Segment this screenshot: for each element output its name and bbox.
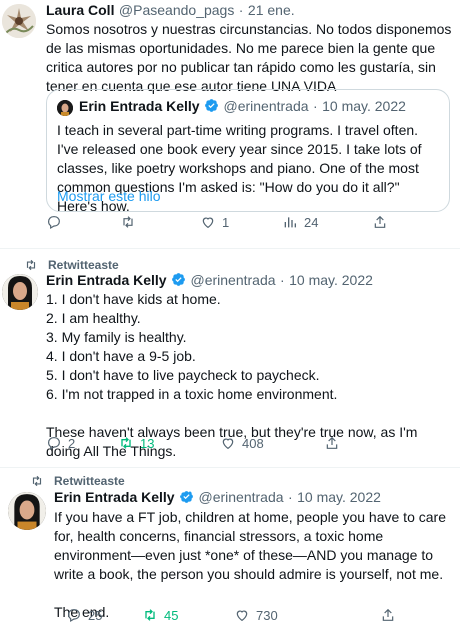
verified-badge-icon bbox=[180, 491, 193, 503]
author-handle[interactable]: @Paseando_pags bbox=[119, 2, 234, 18]
share-icon bbox=[374, 215, 386, 228]
floral-avatar-image bbox=[2, 4, 36, 38]
like-icon bbox=[202, 217, 214, 229]
reply-button[interactable]: 2 bbox=[46, 435, 75, 451]
like-button[interactable]: 1 bbox=[200, 214, 229, 230]
tweet-date[interactable]: 21 ene. bbox=[248, 2, 295, 18]
reply-button[interactable] bbox=[46, 214, 68, 230]
avatar-laura-coll[interactable] bbox=[2, 4, 36, 38]
author-handle[interactable]: @erinentrada bbox=[199, 489, 284, 505]
views-count: 24 bbox=[304, 214, 319, 230]
tweet-laura-coll[interactable]: Laura Coll @Paseando_pags · 21 ene. Somo… bbox=[0, 0, 460, 246]
views-button[interactable]: 24 bbox=[282, 214, 318, 230]
portrait-avatar-image bbox=[57, 100, 73, 116]
retweet-button[interactable]: 45 bbox=[142, 607, 178, 623]
author-handle[interactable]: @erinentrada bbox=[191, 272, 276, 288]
tweet-text: Somos nosotros y nuestras circunstancias… bbox=[46, 21, 452, 94]
verified-badge-icon bbox=[205, 99, 218, 112]
like-count: 730 bbox=[256, 607, 278, 623]
retweeted-indicator: Retwitteaste bbox=[30, 474, 125, 488]
author-name[interactable]: Laura Coll bbox=[46, 2, 114, 18]
tweet-erin-2[interactable]: Retwitteaste Erin Entrada Kelly @erinent… bbox=[0, 468, 460, 634]
show-thread-link[interactable]: Mostrar este hilo bbox=[57, 188, 160, 204]
author-name[interactable]: Erin Entrada Kelly bbox=[54, 489, 175, 505]
like-count: 408 bbox=[242, 435, 264, 451]
share-icon bbox=[382, 608, 394, 621]
retweet-icon bbox=[32, 475, 42, 487]
views-icon bbox=[284, 217, 296, 228]
tweet-erin-1[interactable]: Retwitteaste Erin Entrada Kelly @erinent… bbox=[0, 249, 460, 465]
retweet-icon bbox=[26, 259, 36, 271]
retweeted-label: Retwitteaste bbox=[48, 258, 119, 272]
like-count: 1 bbox=[222, 214, 230, 230]
share-button[interactable] bbox=[380, 607, 396, 623]
like-button[interactable]: 408 bbox=[220, 435, 264, 451]
verified-badge-icon bbox=[172, 273, 185, 286]
retweet-icon bbox=[123, 216, 133, 228]
reply-icon bbox=[48, 437, 60, 451]
share-button[interactable] bbox=[324, 435, 340, 451]
retweet-count: 13 bbox=[140, 435, 155, 451]
portrait-avatar-image bbox=[8, 492, 46, 530]
quoted-author-handle[interactable]: @erinentrada bbox=[224, 98, 309, 114]
reply-button[interactable]: 25 bbox=[66, 607, 102, 623]
avatar-erin-entrada-kelly-small[interactable] bbox=[57, 100, 73, 116]
like-button[interactable]: 730 bbox=[234, 607, 278, 623]
reply-icon bbox=[68, 609, 80, 623]
share-icon bbox=[326, 436, 338, 449]
retweet-count: 45 bbox=[164, 607, 179, 623]
retweet-icon bbox=[121, 437, 131, 449]
portrait-avatar-image bbox=[2, 274, 38, 310]
retweet-button[interactable]: 13 bbox=[118, 435, 154, 451]
quoted-tweet[interactable]: Erin Entrada Kelly @erinentrada · 10 may… bbox=[46, 89, 450, 214]
reply-icon bbox=[48, 216, 60, 230]
share-button[interactable] bbox=[372, 214, 388, 230]
avatar-erin-entrada-kelly[interactable] bbox=[2, 274, 38, 310]
retweet-icon bbox=[145, 609, 155, 621]
quoted-author-name[interactable]: Erin Entrada Kelly bbox=[79, 98, 200, 114]
tweet-text: If you have a FT job, children at home, … bbox=[54, 509, 446, 620]
separator-dot: · bbox=[238, 2, 244, 18]
author-name[interactable]: Erin Entrada Kelly bbox=[46, 272, 167, 288]
quoted-tweet-date[interactable]: 10 may. 2022 bbox=[322, 98, 406, 114]
tweet-date[interactable]: 10 may. 2022 bbox=[297, 489, 381, 505]
tweet-date[interactable]: 10 may. 2022 bbox=[289, 272, 373, 288]
separator-dot: · bbox=[280, 272, 285, 288]
retweeted-label: Retwitteaste bbox=[54, 474, 125, 488]
like-icon bbox=[222, 438, 234, 450]
retweeted-indicator: Retwitteaste bbox=[24, 258, 119, 272]
avatar-erin-entrada-kelly[interactable] bbox=[8, 492, 46, 530]
retweet-button[interactable] bbox=[120, 214, 142, 230]
separator-dot: · bbox=[313, 98, 318, 114]
reply-count: 25 bbox=[88, 607, 103, 623]
reply-count: 2 bbox=[68, 435, 76, 451]
like-icon bbox=[236, 610, 248, 622]
separator-dot: · bbox=[288, 489, 293, 505]
